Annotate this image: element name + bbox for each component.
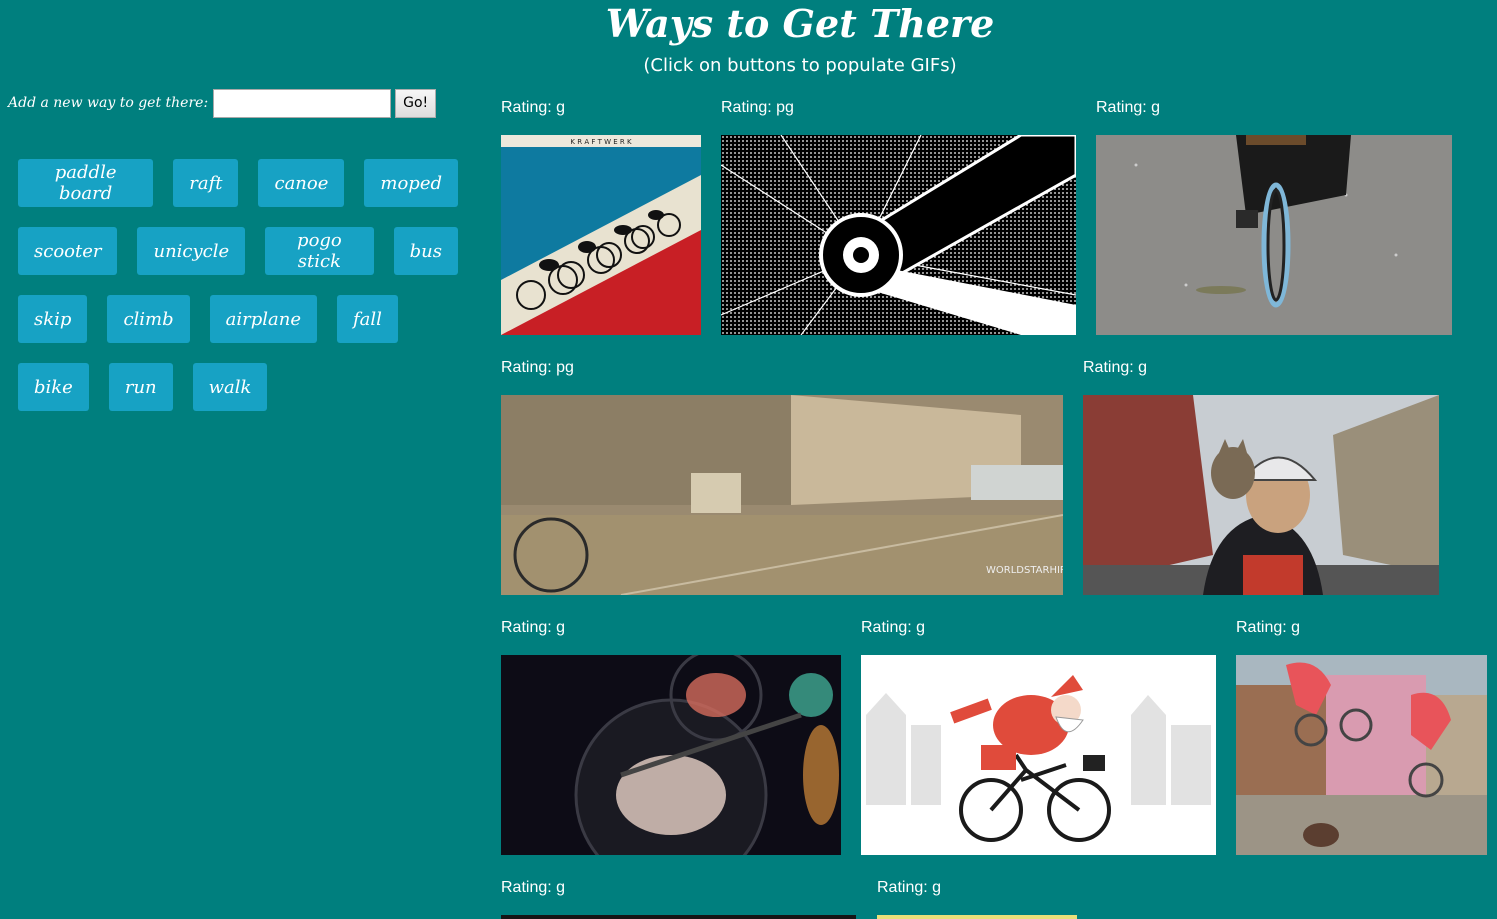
page-subtitle: (Click on buttons to populate GIFs) <box>643 55 957 76</box>
button-row: scooter unicycle pogo stick bus <box>18 227 478 275</box>
gif-image-partial[interactable] <box>877 915 1077 919</box>
way-button-pogo-stick[interactable]: pogo stick <box>265 227 374 275</box>
gif-caption: WORLDSTARHIPHOP.COM <box>986 565 1063 576</box>
way-button-skip[interactable]: skip <box>18 295 88 343</box>
way-button-run[interactable]: run <box>108 363 173 411</box>
gif-image-partial[interactable] <box>501 915 856 919</box>
gif-image-bmx-jump[interactable] <box>1236 655 1487 855</box>
way-button-walk[interactable]: walk <box>192 363 268 411</box>
gif-image-cat-cyclist[interactable] <box>1083 395 1439 595</box>
gif-rating: Rating: g <box>501 99 566 116</box>
way-button-unicycle[interactable]: unicycle <box>137 227 246 275</box>
gif-rating: Rating: g <box>1096 99 1161 116</box>
transport-buttons: paddle board raft canoe moped scooter un… <box>18 159 478 431</box>
button-row: bike run walk <box>18 363 478 411</box>
way-button-moped[interactable]: moped <box>364 159 458 207</box>
way-button-airplane[interactable]: airplane <box>209 295 317 343</box>
gif-image-santa-bicycle[interactable] <box>861 655 1216 855</box>
gif-rating: Rating: pg <box>501 359 574 376</box>
way-button-bike[interactable]: bike <box>18 363 89 411</box>
add-way-label: Add a new way to get there: <box>8 95 209 111</box>
way-button-scooter[interactable]: scooter <box>18 227 118 275</box>
gif-image-bike-gear[interactable] <box>721 135 1076 335</box>
gif-rating: Rating: g <box>1083 359 1148 376</box>
way-button-fall[interactable]: fall <box>336 295 398 343</box>
gif-image-wheel-lights[interactable] <box>501 655 841 855</box>
gif-rating: Rating: g <box>501 619 566 636</box>
way-button-climb[interactable]: climb <box>107 295 190 343</box>
way-button-paddle-board[interactable]: paddle board <box>18 159 154 207</box>
gif-caption: K R A F T W E R K <box>570 138 632 146</box>
add-way-input[interactable] <box>213 88 392 118</box>
way-button-raft[interactable]: raft <box>173 159 239 207</box>
button-row: skip climb airplane fall <box>18 295 478 343</box>
way-button-bus[interactable]: bus <box>393 227 458 275</box>
gif-rating: Rating: g <box>501 879 566 896</box>
way-button-canoe[interactable]: canoe <box>258 159 345 207</box>
add-way-form: Add a new way to get there: Go! <box>8 88 437 118</box>
gif-rating: Rating: g <box>1236 619 1301 636</box>
gif-image-street-cyclist[interactable]: WORLDSTARHIPHOP.COM <box>501 395 1063 595</box>
gif-image-kraftwerk[interactable]: K R A F T W E R K <box>501 135 701 335</box>
gif-rating: Rating: g <box>861 619 926 636</box>
gif-image-bicycle-wheel[interactable] <box>1096 135 1452 335</box>
go-button[interactable]: Go! <box>395 88 437 118</box>
gif-rating: Rating: g <box>877 879 942 896</box>
page: Ways to Get There (Click on buttons to p… <box>0 0 1497 919</box>
page-title: Ways to Get There <box>605 1 995 46</box>
gif-rating: Rating: pg <box>721 99 794 116</box>
button-row: paddle board raft canoe moped <box>18 159 478 207</box>
